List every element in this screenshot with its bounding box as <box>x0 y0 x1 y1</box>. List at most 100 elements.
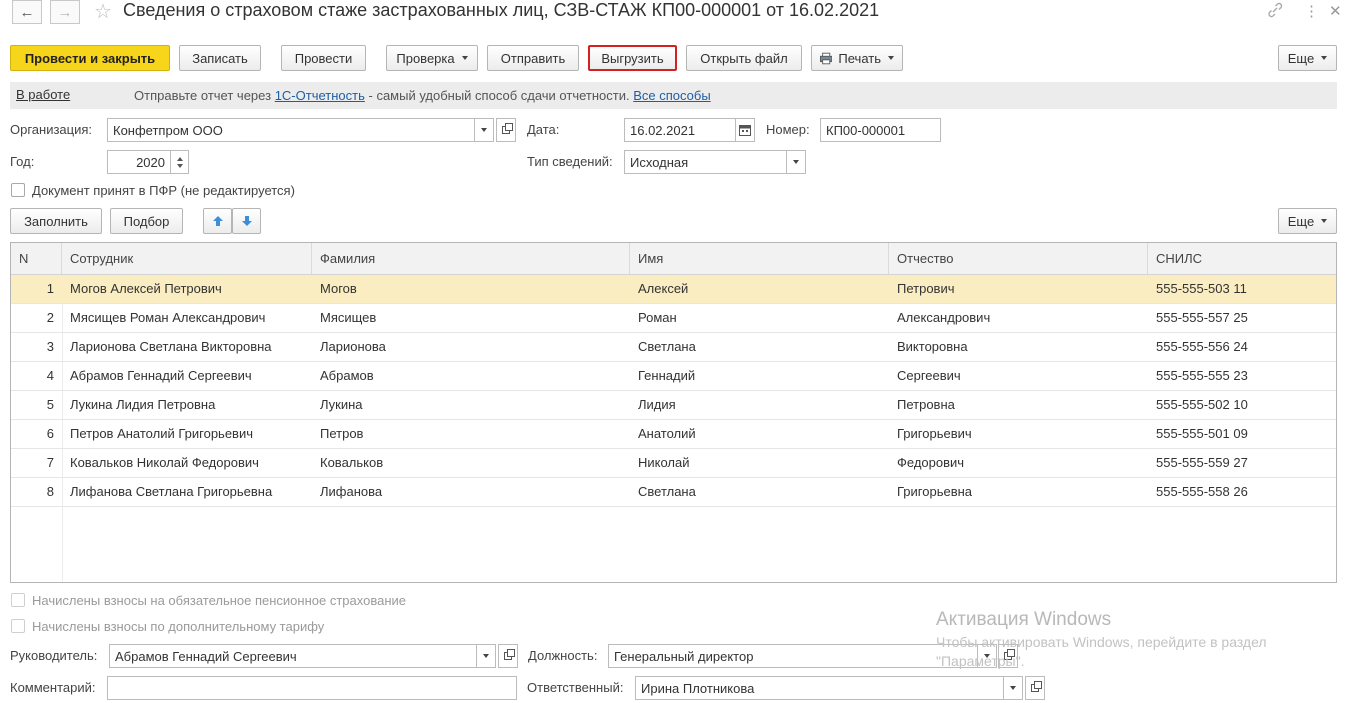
org-open-button[interactable] <box>496 118 516 142</box>
accepted-checkbox[interactable] <box>11 183 25 197</box>
comment-field[interactable] <box>107 676 517 700</box>
cell-n: 8 <box>46 484 54 499</box>
activation-watermark-settings: "Параметры". <box>936 653 1025 669</box>
type-select[interactable]: Исходная <box>624 150 787 174</box>
cell-first-name: Николай <box>638 455 690 470</box>
cell-employee: Мясищев Роман Александрович <box>70 310 266 325</box>
table-row[interactable]: 7 Ковальков Николай Федорович Ковальков Ник… <box>11 449 1336 478</box>
org-field[interactable]: Конфетпром ООО <box>107 118 475 142</box>
fill-button[interactable]: Заполнить <box>10 208 102 234</box>
cell-snils: 555-555-558 26 <box>1156 484 1248 499</box>
more-button[interactable]: Еще <box>1278 45 1337 71</box>
column-header-employee[interactable]: Сотрудник <box>62 243 312 274</box>
cell-last-name: Лукина <box>320 397 363 412</box>
year-field[interactable]: 2020 <box>107 150 171 174</box>
table-more-button[interactable]: Еще <box>1278 208 1337 234</box>
cell-employee: Ларионова Светлана Викторовна <box>70 339 272 354</box>
chevron-down-icon <box>1321 219 1328 223</box>
page-title: Сведения о страховом стаже застрахованны… <box>123 0 880 20</box>
1c-reporting-link[interactable]: 1С-Отчетность <box>275 88 365 103</box>
all-methods-link[interactable]: Все способы <box>633 88 710 103</box>
more-options-icon[interactable]: ⋮ <box>1304 2 1319 20</box>
position-field[interactable]: Генеральный директор <box>608 644 978 668</box>
date-field[interactable]: 16.02.2021 <box>624 118 736 142</box>
arrow-up-icon <box>212 216 223 226</box>
extra-tariff-checkbox[interactable] <box>11 619 25 633</box>
table-row[interactable]: 4 Абрамов Геннадий Сергеевич Абрамов Геннад… <box>11 362 1336 391</box>
head-dropdown-button[interactable] <box>476 644 496 668</box>
column-header-patronymic[interactable]: Отчество <box>889 243 1148 274</box>
org-label: Организация: <box>10 122 93 137</box>
cell-snils: 555-555-502 10 <box>1156 397 1248 412</box>
table-row[interactable]: 5 Лукина Лидия Петровна Лукина Лидия Петровн… <box>11 391 1336 420</box>
arrow-left-icon: ← <box>19 3 35 21</box>
chevron-down-icon <box>1321 56 1328 60</box>
table-row[interactable]: 6 Петров Анатолий Григорьевич Петров Анатол… <box>11 420 1336 449</box>
cell-employee: Ковальков Николай Федорович <box>70 455 259 470</box>
calendar-button[interactable] <box>735 118 755 142</box>
cell-employee: Лукина Лидия Петровна <box>70 397 216 412</box>
close-icon[interactable]: ✕ <box>1329 2 1342 20</box>
cell-last-name: Ковальков <box>320 455 384 470</box>
post-button[interactable]: Провести <box>281 45 366 71</box>
pension-checkbox[interactable] <box>11 593 25 607</box>
table-row[interactable]: 3 Ларионова Светлана Викторовна Ларионова С… <box>11 333 1336 362</box>
cell-n: 4 <box>46 368 54 383</box>
cell-patronymic: Федорович <box>897 455 965 470</box>
responsible-open-button[interactable] <box>1025 676 1045 700</box>
table-row[interactable]: 8 Лифанова Светлана Григорьевна Лифанова Св… <box>11 478 1336 507</box>
column-header-last-name[interactable]: Фамилия <box>312 243 630 274</box>
cell-employee: Могов Алексей Петрович <box>70 281 222 296</box>
post-and-close-button[interactable]: Провести и закрыть <box>10 45 170 71</box>
position-label: Должность: <box>528 648 598 663</box>
activation-watermark-title: Активация Windows <box>936 609 1112 630</box>
cell-patronymic: Петровна <box>897 397 955 412</box>
year-stepper[interactable] <box>170 150 189 174</box>
number-field[interactable]: КП00-000001 <box>820 118 941 142</box>
org-dropdown-button[interactable] <box>474 118 494 142</box>
chevron-down-icon <box>888 56 894 60</box>
column-header-snils[interactable]: СНИЛС <box>1148 243 1336 274</box>
open-file-button[interactable]: Открыть файл <box>686 45 802 71</box>
cell-first-name: Светлана <box>638 339 696 354</box>
cell-employee: Лифанова Светлана Григорьевна <box>70 484 273 499</box>
arrow-right-icon: → <box>57 3 73 21</box>
table-row[interactable]: 1 Могов Алексей Петрович Могов Алексей Петро… <box>11 275 1336 304</box>
check-dropdown-button[interactable]: Проверка <box>386 45 478 71</box>
column-header-first-name[interactable]: Имя <box>630 243 889 274</box>
table-row[interactable]: 2 Мясищев Роман Александрович Мясищев Роман… <box>11 304 1336 333</box>
cell-snils: 555-555-503 11 <box>1156 281 1247 296</box>
cell-first-name: Анатолий <box>638 426 696 441</box>
calendar-icon <box>739 125 751 136</box>
cell-last-name: Ларионова <box>320 339 386 354</box>
cell-first-name: Алексей <box>638 281 689 296</box>
star-icon[interactable]: ☆ <box>94 0 112 24</box>
save-button[interactable]: Записать <box>179 45 261 71</box>
chevron-down-icon <box>793 160 799 164</box>
type-label: Тип сведений: <box>527 154 613 169</box>
cell-patronymic: Александрович <box>897 310 991 325</box>
table-more-label: Еще <box>1287 213 1315 229</box>
move-down-button[interactable] <box>232 208 261 234</box>
cell-snils: 555-555-555 23 <box>1156 368 1248 383</box>
responsible-dropdown-button[interactable] <box>1003 676 1023 700</box>
head-field[interactable]: Абрамов Геннадий Сергеевич <box>109 644 477 668</box>
forward-button[interactable]: → <box>50 0 80 24</box>
select-button[interactable]: Подбор <box>110 208 183 234</box>
accepted-label: Документ принят в ПФР (не редактируется) <box>32 183 295 198</box>
cell-snils: 555-555-559 27 <box>1156 455 1248 470</box>
responsible-field[interactable]: Ирина Плотникова <box>635 676 1004 700</box>
move-up-button[interactable] <box>203 208 232 234</box>
back-button[interactable]: ← <box>12 0 42 24</box>
type-dropdown-button[interactable] <box>786 150 806 174</box>
link-icon[interactable] <box>1267 2 1283 22</box>
chevron-down-icon <box>461 56 468 60</box>
column-header-n[interactable]: N <box>11 243 62 274</box>
head-open-button[interactable] <box>498 644 518 668</box>
upload-button[interactable]: Выгрузить <box>588 45 677 71</box>
print-label: Печать <box>838 50 881 66</box>
open-icon <box>504 649 515 660</box>
print-dropdown-button[interactable]: Печать <box>811 45 903 71</box>
send-button[interactable]: Отправить <box>487 45 579 71</box>
status-link[interactable]: В работе <box>16 87 70 102</box>
